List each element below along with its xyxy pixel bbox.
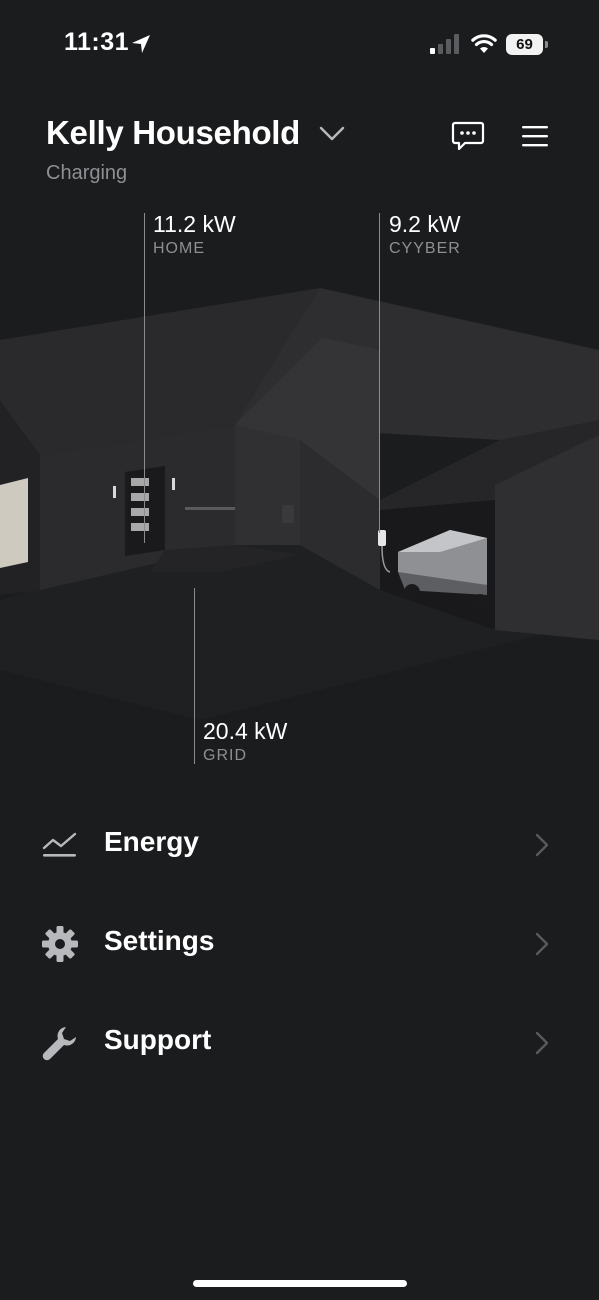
nav-label-support: Support xyxy=(104,1024,212,1055)
energy-chart-icon xyxy=(42,832,77,857)
chevron-right-icon xyxy=(535,833,549,857)
home-indicator[interactable] xyxy=(193,1280,407,1287)
home-flow-line xyxy=(144,213,145,543)
vehicle-flow-line xyxy=(379,213,380,533)
door-window-4 xyxy=(131,523,149,531)
door-window-2 xyxy=(131,493,149,501)
home-power-label: HOME xyxy=(153,240,205,257)
vehicle-flow-label[interactable]: 9.2 kW CYYBER xyxy=(389,211,461,258)
home-power-value: 11.2 kW xyxy=(153,211,236,237)
nav-label-energy: Energy xyxy=(104,826,199,857)
chevron-right-icon xyxy=(535,932,549,956)
gear-icon xyxy=(42,926,78,962)
wrench-icon xyxy=(42,1027,76,1061)
nav-label-settings: Settings xyxy=(104,925,215,956)
home-flow-label[interactable]: 11.2 kW HOME xyxy=(153,211,236,258)
cellular-signal-icon xyxy=(430,34,459,54)
grid-power-label: GRID xyxy=(203,747,247,764)
grid-flow-line xyxy=(194,588,195,764)
location-arrow-icon xyxy=(132,35,150,53)
battery-tip xyxy=(545,41,548,48)
door-window-1 xyxy=(131,478,149,486)
grid-flow-label[interactable]: 20.4 kW GRID xyxy=(203,718,287,765)
menu-icon[interactable] xyxy=(522,124,548,148)
door-window-3 xyxy=(131,508,149,516)
grid-power-value: 20.4 kW xyxy=(203,718,288,744)
chevron-right-icon xyxy=(535,1031,549,1055)
nav-item-support[interactable]: Support xyxy=(0,1008,599,1078)
battery-icon: 69 xyxy=(506,34,548,55)
status-bar: 11:31 69 xyxy=(0,0,599,90)
chat-icon[interactable] xyxy=(451,121,485,151)
site-title[interactable]: Kelly Household xyxy=(46,114,300,152)
status-time: 11:31 xyxy=(64,28,130,56)
wifi-icon xyxy=(471,34,497,53)
vehicle-power-value: 9.2 kW xyxy=(389,211,461,237)
site-status: Charging xyxy=(46,162,128,184)
chevron-down-icon[interactable] xyxy=(318,124,346,144)
vehicle-power-label: CYYBER xyxy=(389,240,461,257)
house-illustration xyxy=(0,288,599,720)
battery-level: 69 xyxy=(506,34,543,55)
nav-item-settings[interactable]: Settings xyxy=(0,909,599,979)
nav-item-energy[interactable]: Energy xyxy=(0,810,599,880)
